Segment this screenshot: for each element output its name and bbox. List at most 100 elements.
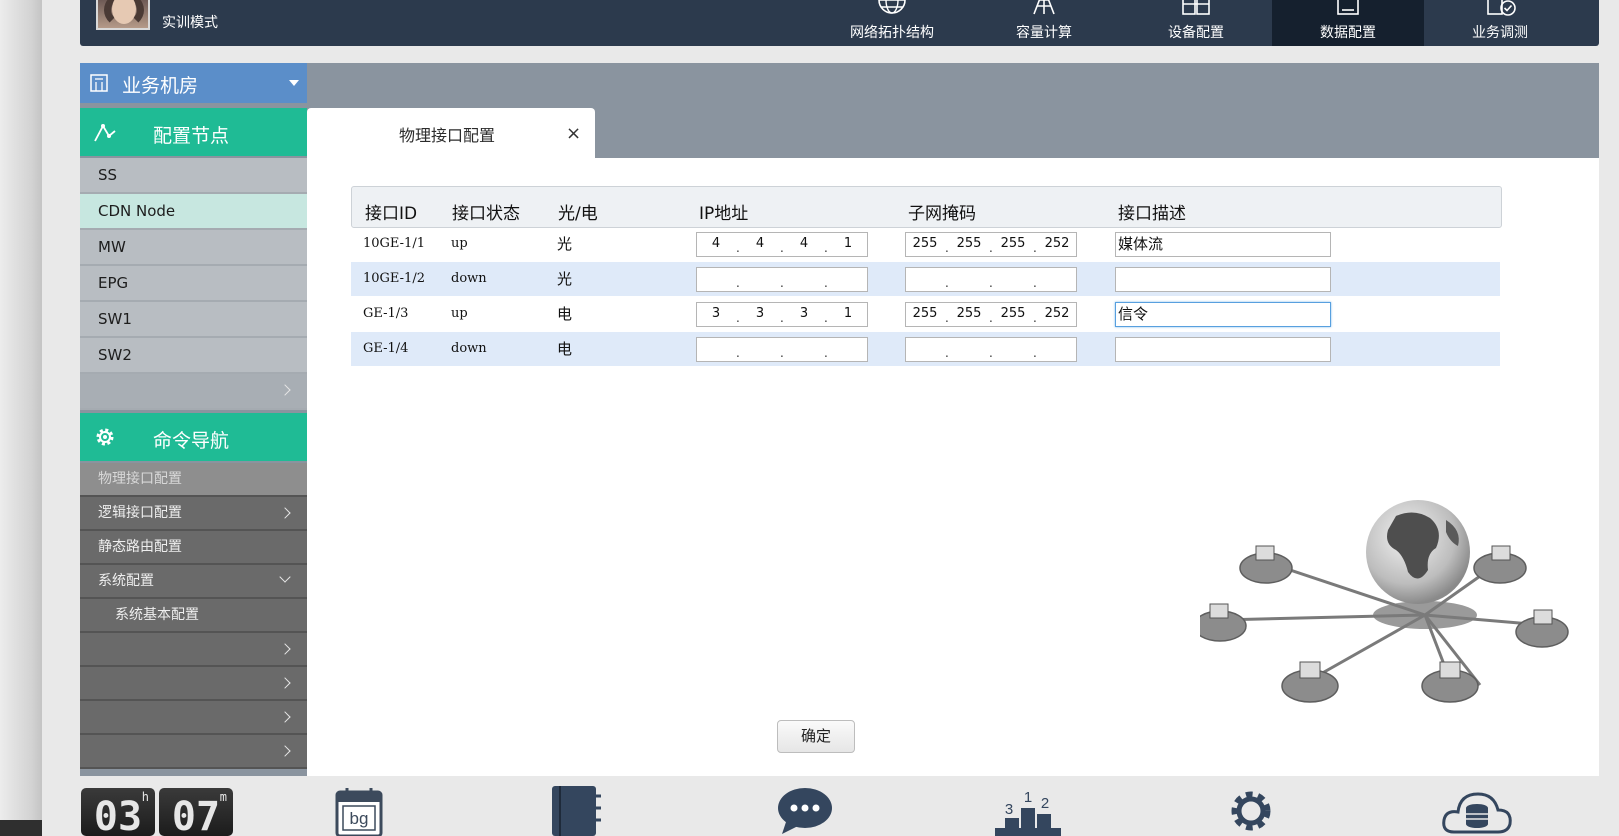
col-ip-address: IP地址 — [699, 204, 749, 224]
clock-hours: 03 h — [81, 788, 155, 836]
minutes-value: 07 — [171, 794, 221, 836]
cmd-system-config[interactable]: 系统配置 — [80, 565, 307, 599]
room-selector[interactable]: 业务机房 — [80, 63, 307, 103]
ip-octet-1[interactable]: 3 — [701, 306, 731, 321]
node-path-icon — [94, 124, 116, 142]
table-row: GE-1/4 down 电 . . . . . . — [351, 332, 1500, 366]
interface-id: GE-1/4 — [363, 341, 409, 356]
subnet-mask-input[interactable]: . . . — [905, 267, 1077, 292]
subnet-mask-input[interactable]: 255. 255. 255. 252 — [905, 232, 1077, 257]
left-corner — [0, 820, 42, 836]
ip-octet-4[interactable]: 1 — [833, 306, 863, 321]
table-row: 10GE-1/1 up 光 4. 4. 4. 1 255. 255. 255. … — [351, 227, 1500, 261]
left-shade — [0, 0, 42, 836]
description-input[interactable]: 信令 — [1115, 302, 1331, 327]
cmd-system-basic-config[interactable]: 系统基本配置 — [80, 599, 307, 633]
config-nodes-header: 配置节点 — [80, 108, 307, 156]
ranking-icon[interactable]: 13 2 — [993, 786, 1063, 836]
config-nodes-title: 配置节点 — [153, 125, 230, 147]
notebook-icon[interactable] — [548, 786, 602, 836]
check-document-icon — [1487, 0, 1516, 16]
subnet-mask-input[interactable]: 255. 255. 255. 252 — [905, 302, 1077, 327]
mode-label: 实训模式 — [162, 15, 218, 31]
subnet-mask-input[interactable]: . . . — [905, 337, 1077, 362]
nav-data-config[interactable]: 数据配置 — [1272, 0, 1424, 46]
chat-icon[interactable] — [776, 786, 834, 836]
node-item-sw2[interactable]: SW2 — [80, 338, 307, 374]
mask-octet-2[interactable]: 255 — [954, 236, 984, 251]
node-list: SS CDN Node MW EPG SW1 SW2 — [80, 158, 307, 410]
description-input[interactable]: 媒体流 — [1115, 232, 1331, 257]
building-icon — [90, 74, 108, 92]
cmd-label: 物理接口配置 — [98, 471, 182, 487]
interface-id: GE-1/3 — [363, 306, 409, 321]
close-icon[interactable]: × — [566, 123, 581, 144]
avatar[interactable] — [96, 0, 150, 30]
description-input[interactable] — [1115, 337, 1331, 362]
chevron-right-icon — [279, 711, 291, 723]
chevron-right-icon — [279, 745, 291, 757]
mask-octet-4[interactable]: 252 — [1042, 236, 1072, 251]
nav-device-config-label: 设备配置 — [1168, 25, 1224, 41]
ip-address-input[interactable]: . . . — [696, 267, 868, 292]
svg-text:3: 3 — [1005, 801, 1013, 818]
col-description: 接口描述 — [1118, 204, 1186, 224]
table-row: 10GE-1/2 down 光 . . . . . . — [351, 262, 1500, 296]
nav-topology[interactable]: 网络拓扑结构 — [816, 0, 968, 46]
mask-octet-4[interactable]: 252 — [1042, 306, 1072, 321]
chevron-down-icon — [279, 571, 291, 583]
tab-physical-interface[interactable]: 物理接口配置 × — [307, 108, 595, 159]
description-input[interactable] — [1115, 267, 1331, 292]
mask-octet-3[interactable]: 255 — [998, 306, 1028, 321]
ip-address-input[interactable]: 3. 3. 3. 1 — [696, 302, 868, 327]
interface-medium: 光 — [557, 270, 573, 288]
globe-icon — [878, 0, 906, 14]
settings-gear-icon[interactable] — [1226, 786, 1276, 836]
ip-octet-3[interactable]: 4 — [789, 236, 819, 251]
ip-octet-2[interactable]: 4 — [745, 236, 775, 251]
mask-octet-2[interactable]: 255 — [954, 306, 984, 321]
node-list-more[interactable] — [80, 374, 307, 410]
hours-unit: h — [141, 790, 149, 804]
cmd-empty-2[interactable] — [80, 667, 307, 701]
mask-octet-1[interactable]: 255 — [910, 306, 940, 321]
minutes-unit: m — [219, 790, 227, 804]
interface-status: down — [451, 271, 487, 286]
ip-address-input[interactable]: . . . — [696, 337, 868, 362]
cmd-empty-4[interactable] — [80, 735, 307, 769]
node-item-cdn[interactable]: CDN Node — [80, 194, 307, 230]
nav-capacity-label: 容量计算 — [1016, 25, 1072, 41]
cmd-label: 静态路由配置 — [98, 539, 182, 555]
cmd-empty-1[interactable] — [80, 633, 307, 667]
mask-octet-1[interactable]: 255 — [910, 236, 940, 251]
ip-octet-3[interactable]: 3 — [789, 306, 819, 321]
ip-address-input[interactable]: 4. 4. 4. 1 — [696, 232, 868, 257]
col-interface-id: 接口ID — [365, 204, 418, 224]
ip-octet-2[interactable]: 3 — [745, 306, 775, 321]
node-item-mw[interactable]: MW — [80, 230, 307, 266]
mask-octet-3[interactable]: 255 — [998, 236, 1028, 251]
interface-medium: 光 — [557, 235, 573, 253]
node-item-sw1[interactable]: SW1 — [80, 302, 307, 338]
cmd-static-route[interactable]: 静态路由配置 — [80, 531, 307, 565]
calendar-icon[interactable]: bg — [335, 786, 383, 836]
ip-octet-4[interactable]: 1 — [833, 236, 863, 251]
nav-device-config[interactable]: 设备配置 — [1120, 0, 1272, 46]
globe-network-illustration — [1200, 500, 1569, 703]
nav-service-test[interactable]: 业务调测 — [1424, 0, 1576, 46]
confirm-button[interactable]: 确定 — [777, 720, 855, 753]
cmd-empty-3[interactable] — [80, 701, 307, 735]
nav-capacity[interactable]: 容量计算 — [968, 0, 1120, 46]
table-row: GE-1/3 up 电 3. 3. 3. 1 255. 255. 255. 25… — [351, 297, 1500, 331]
cmd-logical-interface[interactable]: 逻辑接口配置 — [80, 497, 307, 531]
command-nav-title: 命令导航 — [153, 430, 230, 452]
ip-octet-1[interactable]: 4 — [701, 236, 731, 251]
interface-status: up — [451, 306, 468, 321]
tower-icon — [1033, 0, 1055, 15]
node-item-epg[interactable]: EPG — [80, 266, 307, 302]
sidebar: 业务机房 配置节点 SS CDN Node MW EPG SW1 SW2 命令导… — [80, 63, 307, 776]
cloud-database-icon[interactable] — [1440, 786, 1514, 836]
chevron-right-icon — [279, 677, 291, 689]
cmd-physical-interface[interactable]: 物理接口配置 — [80, 463, 307, 497]
node-item-ss[interactable]: SS — [80, 158, 307, 194]
